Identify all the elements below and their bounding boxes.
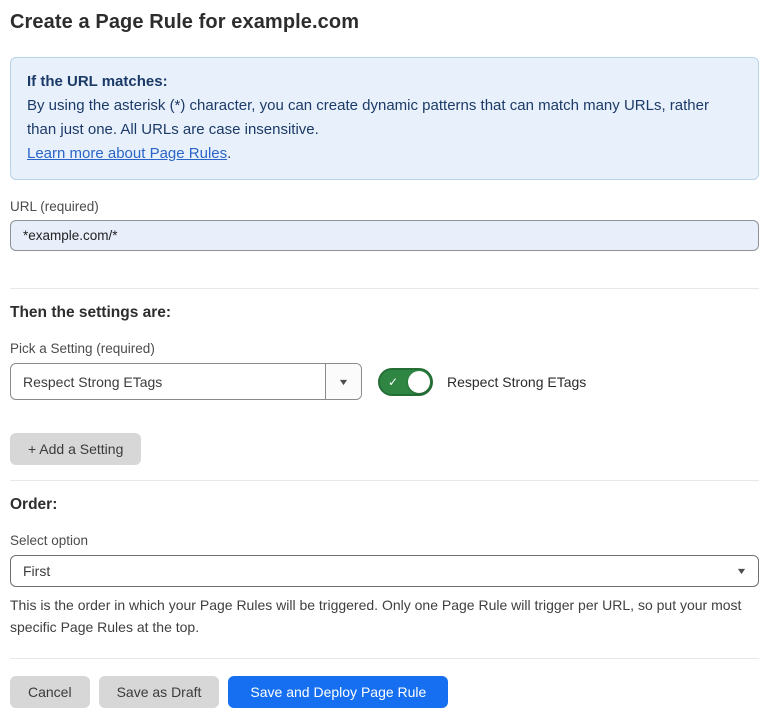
add-setting-button[interactable]: + Add a Setting <box>10 433 141 465</box>
setting-toggle[interactable]: ✓ <box>378 368 433 396</box>
footer-divider <box>10 658 759 659</box>
page-title: Create a Page Rule for example.com <box>10 11 759 34</box>
link-period: . <box>227 145 231 162</box>
toggle-knob <box>408 371 430 393</box>
chevron-down-icon: ▼ <box>337 377 349 387</box>
section-divider <box>10 288 759 289</box>
check-icon: ✓ <box>388 375 398 389</box>
save-draft-button[interactable]: Save as Draft <box>99 676 220 708</box>
footer-actions: Cancel Save as Draft Save and Deploy Pag… <box>10 676 759 708</box>
create-page-rule-panel: Create a Page Rule for example.com If th… <box>0 11 769 708</box>
order-help-text: This is the order in which your Page Rul… <box>10 594 759 638</box>
url-match-info-box: If the URL matches: By using the asteris… <box>10 57 759 180</box>
order-select-label: Select option <box>10 533 759 548</box>
chevron-down-icon: ▼ <box>736 566 748 576</box>
info-box-body: By using the asterisk (*) character, you… <box>27 94 742 142</box>
url-field-label: URL (required) <box>10 199 759 214</box>
info-box-link-line: Learn more about Page Rules. <box>27 142 742 166</box>
setting-row: Respect Strong ETags ▼ ✓ Respect Strong … <box>10 363 759 400</box>
learn-more-link[interactable]: Learn more about Page Rules <box>27 145 227 162</box>
setting-dropdown-caret-button[interactable]: ▼ <box>325 364 361 399</box>
order-dropdown[interactable]: First ▼ <box>10 555 759 587</box>
setting-dropdown-value: Respect Strong ETags <box>11 374 325 390</box>
info-box-heading: If the URL matches: <box>27 70 742 94</box>
order-dropdown-value: First <box>23 563 50 579</box>
cancel-button[interactable]: Cancel <box>10 676 90 708</box>
order-section-heading: Order: <box>10 496 759 514</box>
url-input[interactable] <box>10 220 759 251</box>
save-deploy-button[interactable]: Save and Deploy Page Rule <box>228 676 448 708</box>
setting-toggle-label: Respect Strong ETags <box>447 374 586 390</box>
setting-dropdown[interactable]: Respect Strong ETags ▼ <box>10 363 362 400</box>
pick-setting-label: Pick a Setting (required) <box>10 341 759 356</box>
settings-section-heading: Then the settings are: <box>10 304 759 322</box>
section-divider <box>10 480 759 481</box>
